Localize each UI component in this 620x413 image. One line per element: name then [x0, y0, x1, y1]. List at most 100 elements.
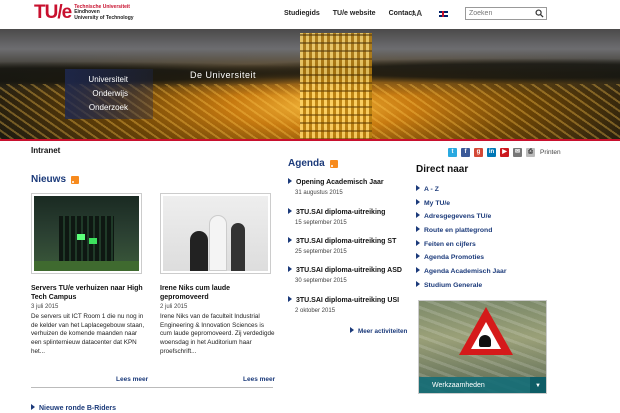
nav-contact[interactable]: Contact [389, 10, 415, 17]
chevron-down-icon[interactable]: ▼ [530, 377, 546, 393]
print-icon[interactable]: ⎙ [526, 148, 535, 157]
linkedin-icon[interactable]: in [487, 148, 496, 157]
quick-link[interactable]: Feiten en cijfers [416, 240, 476, 248]
arrow-right-icon [288, 296, 292, 302]
english-flag-icon[interactable] [439, 11, 448, 17]
google-plus-icon[interactable]: g [474, 148, 483, 157]
font-size-toggle[interactable]: AA [412, 9, 422, 18]
banner-menu-onderwijs[interactable]: Onderwijs [65, 87, 153, 101]
building-shape [59, 216, 114, 264]
quick-link[interactable]: Adresgegevens TU/e [416, 212, 491, 220]
font-size-large[interactable]: A [416, 9, 422, 18]
nav-studiegids[interactable]: Studiegids [284, 10, 320, 17]
logo-text: Technische Universiteit Eindhoven Univer… [74, 4, 134, 22]
news-divider [31, 387, 273, 388]
arrow-right-icon [416, 281, 420, 287]
person-left [190, 231, 208, 271]
youtube-icon[interactable]: ▶ [500, 148, 509, 157]
quick-link[interactable]: My TU/e [416, 199, 450, 207]
news-item-title[interactable]: Servers TU/e verhuizen naar High Tech Ca… [31, 284, 151, 302]
news-image-1[interactable] [31, 193, 142, 274]
read-more-link[interactable]: Lees meer [243, 376, 275, 383]
banner-title: De Universiteit [190, 70, 257, 80]
agenda-item-date: 31 augustus 2015 [295, 190, 343, 196]
server-building-image [34, 196, 139, 271]
agenda-heading: Agenda [288, 158, 338, 169]
graduation-photo [163, 196, 268, 271]
agenda-item-date: 15 september 2015 [295, 220, 347, 226]
agenda-item[interactable]: 3TU.SAI diploma-uitreiking USI 2 oktober… [288, 296, 408, 314]
print-link[interactable]: Printen [540, 149, 561, 156]
quick-link[interactable]: Route en plattegrond [416, 226, 492, 234]
twitter-icon[interactable]: t [448, 148, 457, 157]
agenda-item[interactable]: 3TU.SAI diploma-uitreiking 15 september … [288, 208, 408, 226]
direct-naar-heading: Direct naar [416, 164, 469, 175]
news-image-2[interactable] [160, 193, 271, 274]
news-item-title[interactable]: Irene Niks cum laude gepromoveerd [160, 284, 265, 302]
quick-link-label: Adresgegevens TU/e [424, 213, 492, 220]
agenda-item-date: 2 oktober 2015 [295, 308, 336, 314]
quick-link[interactable]: Agenda Promoties [416, 253, 484, 261]
agenda-item-date: 25 september 2015 [295, 249, 347, 255]
quick-link[interactable]: Studium Generale [416, 281, 482, 289]
news-item-text: Irene Niks van de faculteit Industrial E… [160, 313, 275, 355]
quick-link-label: My TU/e [424, 200, 451, 207]
arrow-right-icon [416, 253, 420, 259]
page-title: Intranet [31, 146, 61, 155]
search-icon[interactable] [535, 9, 544, 18]
search-box [465, 7, 547, 20]
werkzaamheden-widget[interactable]: Werkzaamheden ▼ [418, 300, 547, 394]
news-link[interactable]: Nieuwe ronde B-Riders [31, 404, 116, 412]
quick-link-label: Feiten en cijfers [424, 241, 476, 248]
read-more-link[interactable]: Lees meer [116, 376, 148, 383]
arrow-right-icon [350, 327, 354, 333]
arrow-right-icon [288, 178, 292, 184]
more-activities-link[interactable]: Meer activiteiten [350, 327, 407, 335]
arrow-right-icon [416, 185, 420, 191]
quick-link[interactable]: A - Z [416, 185, 439, 193]
agenda-item-date: 30 september 2015 [295, 278, 347, 284]
tue-logo[interactable]: TU/e Technische Universiteit Eindhoven U… [34, 3, 134, 23]
arrow-right-icon [416, 199, 420, 205]
quick-link-label: Route en plattegrond [424, 227, 493, 234]
rss-icon[interactable] [71, 175, 80, 184]
rss-icon[interactable] [329, 159, 338, 168]
news-title[interactable]: Nieuws [31, 174, 66, 185]
news-item-date: 2 juli 2015 [160, 304, 188, 310]
agenda-title[interactable]: Agenda [288, 158, 325, 169]
banner-light-tower [300, 33, 372, 140]
banner-menu-onderzoek[interactable]: Onderzoek [65, 101, 153, 115]
quick-link-label: A - Z [424, 186, 439, 193]
arrow-right-icon [416, 240, 420, 246]
news-item-text: De servers uit ICT Room 1 die nu nog in … [31, 313, 145, 355]
search-input[interactable] [466, 8, 534, 19]
agenda-item-title: 3TU.SAI diploma-uitreiking ST [296, 238, 397, 245]
werkzaamheden-label[interactable]: Werkzaamheden [419, 377, 546, 393]
arrow-right-icon [416, 267, 420, 273]
agenda-item[interactable]: 3TU.SAI diploma-uitreiking ST 25 septemb… [288, 237, 408, 255]
arrow-right-icon [31, 404, 35, 410]
agenda-item-title: 3TU.SAI diploma-uitreiking ASD [296, 267, 402, 274]
news-link-label: Nieuwe ronde B-Riders [39, 405, 117, 412]
hero-banner: Universiteit Onderwijs Onderzoek De Univ… [0, 29, 620, 140]
agenda-item[interactable]: Opening Academisch Jaar 31 augustus 2015 [288, 178, 408, 196]
agenda-item[interactable]: 3TU.SAI diploma-uitreiking ASD 30 septem… [288, 266, 408, 284]
quick-link[interactable]: Agenda Academisch Jaar [416, 267, 506, 275]
facebook-icon[interactable]: f [461, 148, 470, 157]
news-item-date: 3 juli 2015 [31, 304, 59, 310]
logo-line-3: University of Technology [74, 14, 134, 21]
quick-link-label: Agenda Academisch Jaar [424, 268, 507, 275]
nav-tue-website[interactable]: TU/e website [333, 10, 376, 17]
person-center [209, 215, 227, 271]
quick-link-label: Studium Generale [424, 282, 483, 289]
person-right [231, 223, 245, 271]
header: TU/e Technische Universiteit Eindhoven U… [0, 0, 620, 29]
arrow-right-icon [416, 226, 420, 232]
news-heading: Nieuws [31, 174, 80, 185]
email-icon[interactable]: ✉ [513, 148, 522, 157]
quick-link-label: Agenda Promoties [424, 254, 485, 261]
banner-menu: Universiteit Onderwijs Onderzoek [65, 69, 153, 119]
banner-menu-universiteit[interactable]: Universiteit [65, 73, 153, 87]
arrow-right-icon [288, 237, 292, 243]
banner-divider [0, 139, 620, 141]
